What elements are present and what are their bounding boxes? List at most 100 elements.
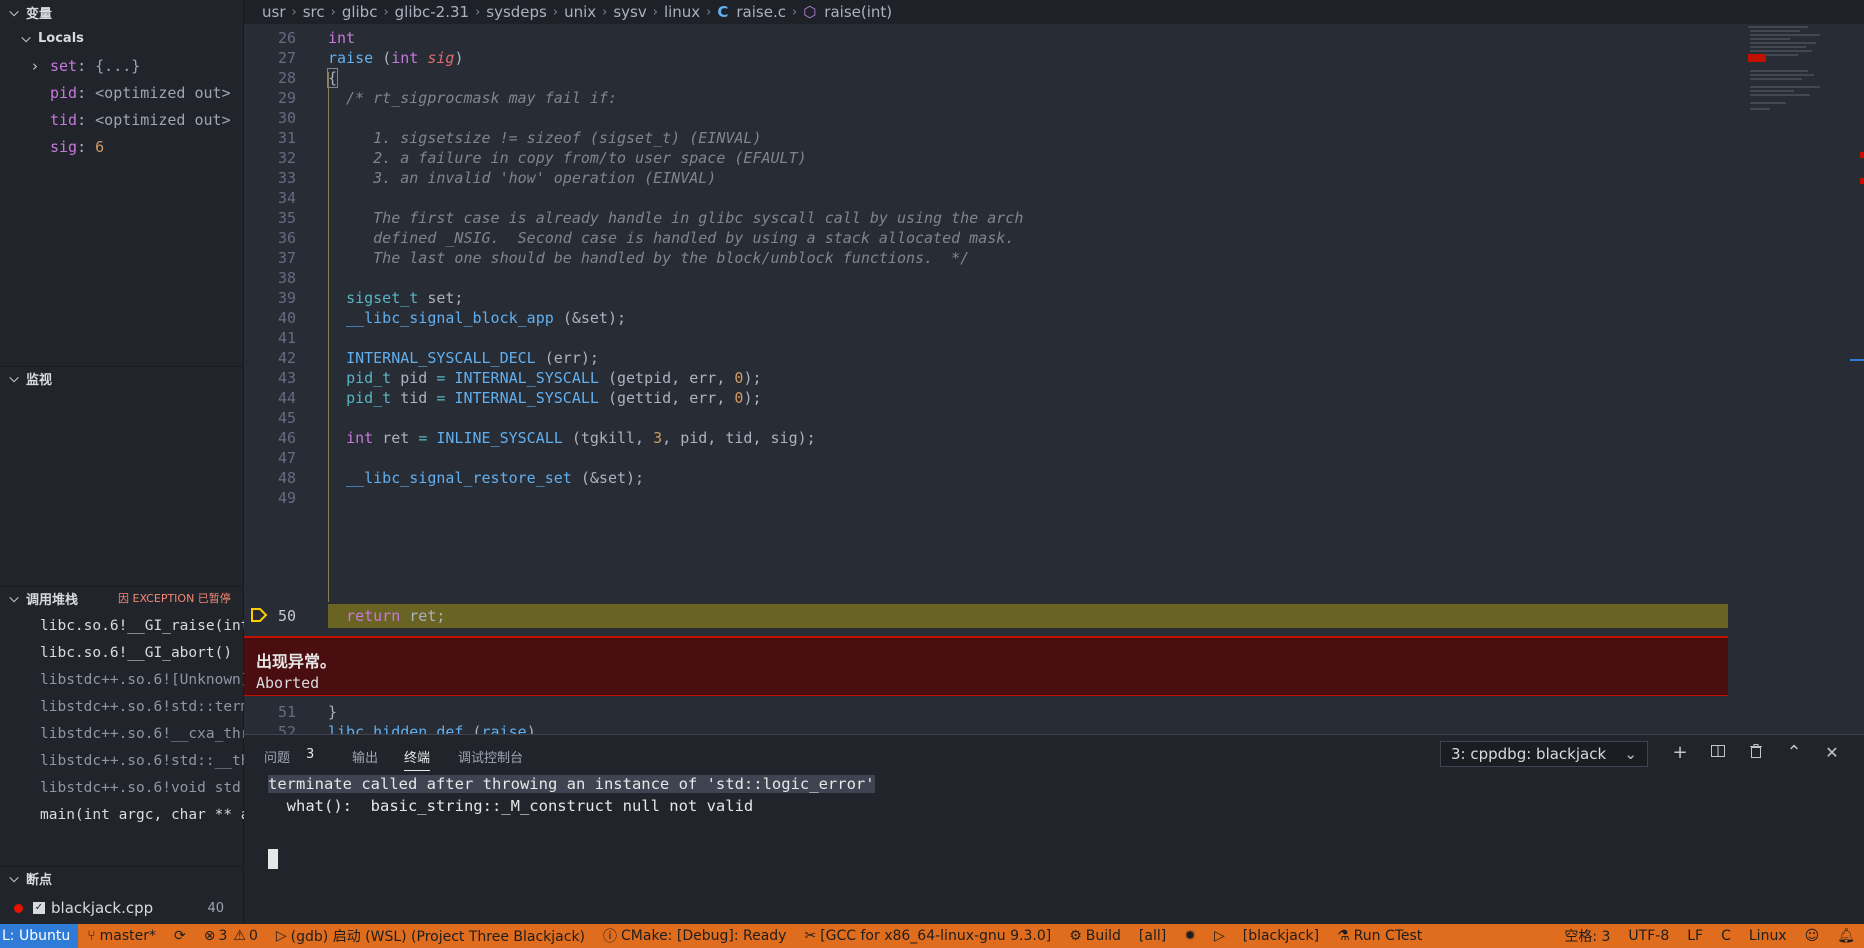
encoding-setting[interactable]: UTF-8 [1619, 924, 1678, 948]
sync-icon: ⟳ [174, 928, 186, 944]
locals-scope[interactable]: ⌵ Locals [0, 26, 244, 50]
stack-frame[interactable]: libc.so.6!__GI_raise(int sig) [40, 612, 244, 639]
variable-row-set[interactable]: › set: {...} [32, 52, 140, 79]
debug-launch-config[interactable]: ▷ (gdb) 启动 (WSL) (Project Three Blackjac… [267, 924, 594, 948]
sync-button[interactable]: ⟳ [165, 924, 195, 948]
line-number: 28 [277, 69, 296, 87]
language-label: C [1721, 928, 1731, 944]
cmake-status[interactable]: ⓘ CMake: [Debug]: Ready [594, 924, 795, 948]
c-file-icon: C [717, 3, 729, 21]
breadcrumb-item[interactable]: usr [262, 3, 286, 21]
minimap[interactable] [1736, 24, 1864, 734]
run-ctest-button[interactable]: ⚗ Run CTest [1328, 924, 1431, 948]
breadcrumb-file[interactable]: raise.c [736, 3, 786, 21]
variable-row-sig[interactable]: sig: 6 [50, 133, 104, 160]
variables-header-label: 变量 [26, 6, 53, 22]
breadcrumb-item[interactable]: glibc [342, 3, 378, 21]
line-number: 40 [277, 309, 296, 327]
tab-problems[interactable]: 问题 [264, 747, 290, 766]
warning-count: 0 [248, 928, 258, 944]
chevron-down-icon: ⌵ [21, 30, 31, 45]
split-terminal-icon[interactable] [1708, 743, 1728, 763]
breadcrumb-item[interactable]: linux [664, 3, 700, 21]
terminal-select[interactable]: 3: cppdbg: blackjack ⌄ [1440, 741, 1648, 767]
breadcrumb-item[interactable]: glibc-2.31 [395, 3, 469, 21]
stack-frame[interactable]: libc.so.6!__GI_abort() [40, 639, 244, 666]
variable-value: {...} [95, 56, 141, 75]
line-number: 49 [277, 489, 296, 507]
cmake-kit[interactable]: ✂ [GCC for x86_64-linux-gnu 9.3.0] [795, 924, 1060, 948]
feedback-button[interactable]: ☺ [1796, 924, 1829, 948]
build-button[interactable]: ⚙ Build [1060, 924, 1130, 948]
locals-label: Locals [38, 30, 84, 46]
run-button[interactable]: ▷ [1205, 924, 1234, 948]
notifications-button[interactable]: 🔔︎ [1828, 924, 1864, 948]
language-mode[interactable]: C [1712, 924, 1740, 948]
tab-output[interactable]: 输出 [352, 747, 378, 766]
chevron-down-icon: ⌵ [9, 871, 19, 885]
current-stack-frame-arrow-icon [251, 608, 268, 622]
stack-frame[interactable]: libstdc++.so.6!std::terminate() [40, 693, 244, 720]
breakpoint-item[interactable]: ✓ blackjack.cpp 40 [0, 894, 244, 922]
breakpoints-header-label: 断点 [26, 873, 53, 888]
stack-frame[interactable]: libstdc++.so.6!void std::__cxx11::basic_… [40, 774, 244, 801]
exception-widget: 出现异常。 Aborted [244, 636, 1728, 696]
remote-indicator[interactable]: L: Ubuntu [0, 924, 79, 948]
stack-frame[interactable]: libstdc++.so.6!std::__throw_logic_error(… [40, 747, 244, 774]
warning-icon: ⚠ [233, 928, 246, 944]
problems-indicator[interactable]: ⊗ 3 ⚠ 0 [195, 924, 267, 948]
chevron-right-icon: › [652, 4, 658, 20]
line-number: 37 [277, 249, 296, 267]
tab-debug-console[interactable]: 调试控制台 [458, 747, 523, 766]
variable-name: sig [50, 137, 78, 156]
terminal-cursor [268, 849, 278, 869]
beaker-icon: ⚗ [1337, 928, 1350, 944]
checkbox-icon[interactable]: ✓ [33, 902, 45, 914]
stack-frame[interactable]: main(int argc, char ** argv) [40, 801, 244, 828]
new-terminal-icon[interactable]: + [1670, 743, 1690, 763]
remote-label: L: Ubuntu [2, 928, 71, 944]
gear-icon: ⚙ [1069, 928, 1082, 944]
trash-icon[interactable] [1746, 743, 1766, 763]
chevron-right-icon: › [383, 4, 389, 20]
line-number: 48 [277, 469, 296, 487]
line-number: 30 [277, 109, 296, 127]
indentation-setting[interactable]: 空格: 3 [1555, 924, 1619, 948]
variable-separator: : [77, 83, 96, 102]
maximize-panel-icon[interactable]: ⌃ [1784, 743, 1804, 763]
stack-frame[interactable]: libstdc++.so.6![Unknown] [40, 666, 244, 693]
chevron-right-icon: › [602, 4, 608, 20]
variable-row-pid[interactable]: pid: <optimized out> [50, 79, 231, 106]
breadcrumb-item[interactable]: src [303, 3, 325, 21]
watch-section-header[interactable]: ⌵ 监视 [0, 366, 244, 390]
breakpoints-section-header[interactable]: ⌵ 断点 [0, 866, 244, 890]
line-number: 42 [277, 349, 296, 367]
breadcrumb-item[interactable]: sysdeps [486, 3, 547, 21]
eol-setting[interactable]: LF [1678, 924, 1712, 948]
debug-sidebar: ⌵ 变量 ⌵ Locals › set: {...} pid: <optimiz… [0, 0, 244, 924]
os-label: Linux [1748, 928, 1787, 944]
error-count: 3 [218, 928, 228, 944]
variables-section-header[interactable]: ⌵ 变量 [0, 0, 244, 24]
breadcrumb-symbol[interactable]: raise(int) [824, 3, 892, 21]
chevron-right-icon: › [330, 4, 336, 20]
breadcrumb-item[interactable]: unix [564, 3, 596, 21]
spaces-label: 空格: 3 [1564, 929, 1611, 945]
debug-button[interactable]: ✹ [1175, 924, 1205, 948]
tab-terminal[interactable]: 终端 [404, 747, 431, 771]
paused-on-exception-badge: 因 EXCEPTION 已暂停 [118, 592, 231, 605]
code-editor[interactable]: 26 int 27 raise (int sig) 28{ 29 /* rt_sig… [244, 24, 1864, 734]
line-number: 45 [277, 409, 296, 427]
launch-target[interactable]: [blackjack] [1234, 924, 1328, 948]
breadcrumb-item[interactable]: sysv [613, 3, 646, 21]
variable-name: pid [50, 83, 78, 102]
platform-setting[interactable]: Linux [1740, 924, 1796, 948]
close-panel-icon[interactable]: ✕ [1822, 743, 1842, 763]
problems-count-badge: 3 [306, 747, 315, 762]
build-target[interactable]: [all] [1130, 924, 1175, 948]
variable-name: set [50, 56, 78, 75]
line-number: 39 [277, 289, 296, 307]
git-branch[interactable]: ⑂ master* [78, 924, 165, 948]
stack-frame[interactable]: libstdc++.so.6!__cxa_throw() [40, 720, 244, 747]
variable-row-tid[interactable]: tid: <optimized out> [50, 106, 231, 133]
